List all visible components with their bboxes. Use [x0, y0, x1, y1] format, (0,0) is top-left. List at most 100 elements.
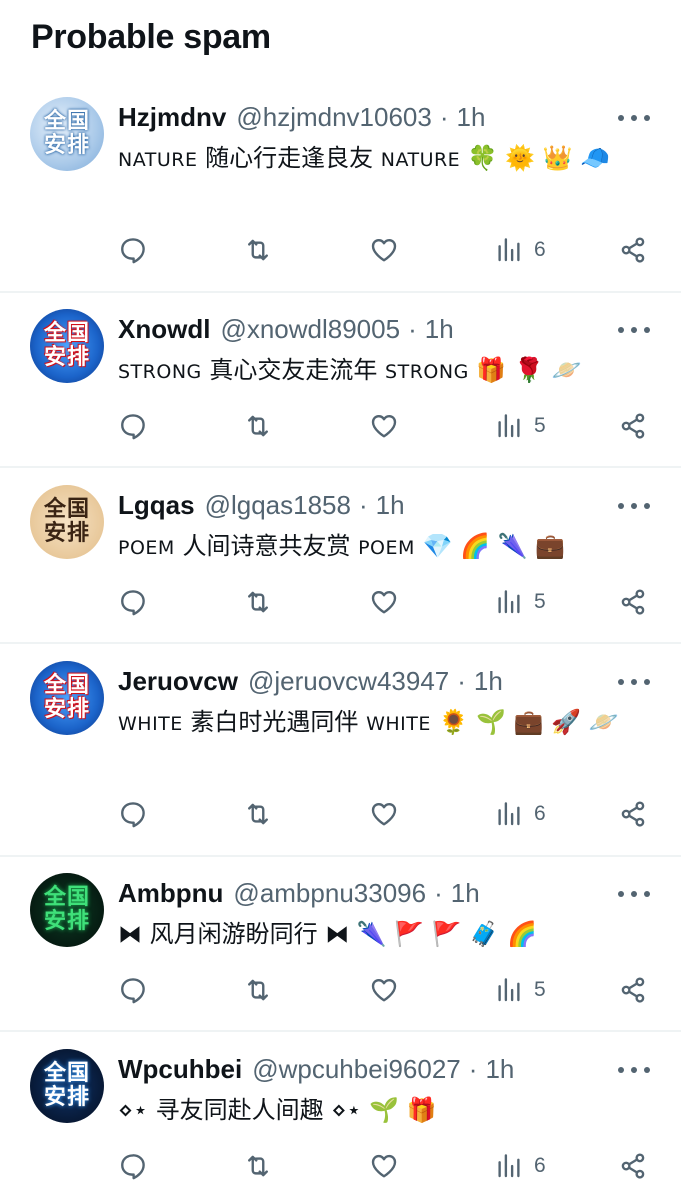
more-options-icon[interactable]: [618, 500, 650, 512]
avatar-text: 全国: [43, 497, 90, 522]
more-options-icon[interactable]: [618, 676, 650, 688]
views-button[interactable]: 5: [494, 408, 546, 444]
views-count: 5: [534, 978, 546, 1001]
tweet-text-segment: NATURE: [380, 149, 461, 171]
tweet-text-segment: 🍀 🌞 👑 🧢: [460, 144, 611, 172]
timestamp[interactable]: 1h: [485, 1054, 514, 1085]
retweet-button[interactable]: [243, 972, 273, 1008]
retweet-button[interactable]: [243, 796, 273, 832]
user-handle[interactable]: @ambpnu33096: [233, 878, 426, 909]
reply-button[interactable]: [118, 1148, 148, 1184]
tweet-text-segment: 🌻 🌱 💼 🚀 🪐: [430, 708, 619, 736]
reply-button[interactable]: [118, 584, 148, 620]
retweet-button[interactable]: [243, 1148, 273, 1184]
views-button[interactable]: 5: [494, 972, 546, 1008]
views-count: 6: [534, 238, 546, 261]
display-name[interactable]: Hzjmdnv: [118, 102, 226, 133]
retweet-icon: [243, 411, 273, 441]
heart-icon: [369, 411, 399, 441]
avatar-text: 全国: [43, 109, 90, 134]
avatar[interactable]: 全国 安排: [30, 485, 104, 559]
retweet-icon: [243, 235, 273, 265]
tweet-actions: 6: [0, 1148, 681, 1184]
tweet-text-segment: 随心行走逢良友: [197, 144, 381, 172]
user-handle[interactable]: @lgqas1858: [205, 490, 351, 521]
separator-dot: ·: [434, 877, 443, 908]
reply-button[interactable]: [118, 232, 148, 268]
views-button[interactable]: 6: [494, 232, 546, 268]
tweet-text-segment: 寻友同赴人间趣: [148, 1096, 332, 1124]
tweet-text-segment: 真心交友走流年: [201, 356, 386, 384]
reply-button[interactable]: [118, 972, 148, 1008]
reply-icon-svg: [121, 238, 145, 264]
timestamp[interactable]: 1h: [451, 878, 480, 909]
tweet-divider: [0, 466, 681, 468]
user-handle[interactable]: @xnowdl89005: [220, 314, 400, 345]
more-options-icon[interactable]: [618, 888, 650, 900]
more-options-icon[interactable]: [618, 112, 650, 124]
heart-icon: [369, 1151, 399, 1181]
views-button[interactable]: 6: [494, 1148, 546, 1184]
share-button[interactable]: [618, 584, 648, 620]
like-button[interactable]: [369, 232, 399, 268]
display-name[interactable]: Wpcuhbei: [118, 1054, 242, 1085]
retweet-button[interactable]: [243, 232, 273, 268]
display-name[interactable]: Lgqas: [118, 490, 195, 521]
like-button[interactable]: [369, 584, 399, 620]
retweet-icon: [243, 587, 273, 617]
user-handle[interactable]: @wpcuhbei96027: [252, 1054, 461, 1085]
display-name[interactable]: Ambpnu: [118, 878, 223, 909]
share-button[interactable]: [618, 796, 648, 832]
reply-button[interactable]: [118, 796, 148, 832]
display-name[interactable]: Jeruovcw: [118, 666, 238, 697]
tweet-text-segment: 🌂 🚩 🚩 🧳 🌈: [349, 920, 537, 948]
reply-icon: [118, 975, 148, 1005]
views-button[interactable]: 5: [494, 584, 546, 620]
tweet-text-segment: 风月闲游盼同行: [142, 920, 326, 948]
tweet-text-segment: 🎁 🌹 🪐: [468, 356, 582, 384]
display-name[interactable]: Xnowdl: [118, 314, 210, 345]
retweet-icon: [243, 975, 273, 1005]
avatar[interactable]: 全国 安排: [30, 661, 104, 735]
like-button[interactable]: [369, 1148, 399, 1184]
views-icon: [494, 235, 524, 265]
tweet-text: STRONG 真心交友走流年 STRONG 🎁 🌹 🪐: [118, 349, 638, 393]
share-button[interactable]: [618, 408, 648, 444]
retweet-button[interactable]: [243, 584, 273, 620]
avatar-text: 安排: [43, 345, 90, 370]
timestamp[interactable]: 1h: [376, 490, 405, 521]
like-button[interactable]: [369, 972, 399, 1008]
more-options-icon[interactable]: [618, 1064, 650, 1076]
share-button[interactable]: [618, 232, 648, 268]
avatar-text: 全国: [43, 885, 90, 910]
reply-button[interactable]: [118, 408, 148, 444]
heart-icon: [369, 235, 399, 265]
avatar[interactable]: 全国 安排: [30, 1049, 104, 1123]
more-options-icon[interactable]: [618, 324, 650, 336]
retweet-button[interactable]: [243, 408, 273, 444]
share-button[interactable]: [618, 972, 648, 1008]
views-button[interactable]: 6: [494, 796, 546, 832]
tweet-divider: [0, 642, 681, 644]
avatar[interactable]: 全国 安排: [30, 97, 104, 171]
timestamp[interactable]: 1h: [457, 102, 486, 133]
tweet-actions: 6: [0, 232, 681, 268]
tweet-text: ⋄⋆ 寻友同赴人间趣 ⋄⋆ 🌱 🎁: [118, 1089, 638, 1131]
share-button[interactable]: [618, 1148, 648, 1184]
avatar-text: 全国: [43, 321, 90, 346]
share-icon: [618, 975, 648, 1005]
user-handle[interactable]: @jeruovcw43947: [248, 666, 449, 697]
share-icon: [618, 1151, 648, 1181]
user-handle[interactable]: @hzjmdnv10603: [236, 102, 432, 133]
avatar[interactable]: 全国 安排: [30, 873, 104, 947]
tweet-text-segment: 素白时光遇同伴: [182, 708, 367, 736]
page-title: Probable spam: [31, 18, 271, 56]
like-button[interactable]: [369, 408, 399, 444]
like-button[interactable]: [369, 796, 399, 832]
separator-dot: ·: [408, 313, 417, 344]
tweet-actions: 5: [0, 584, 681, 620]
avatar[interactable]: 全国 安排: [30, 309, 104, 383]
avatar-text: 全国: [43, 1061, 90, 1086]
timestamp[interactable]: 1h: [425, 314, 454, 345]
timestamp[interactable]: 1h: [474, 666, 503, 697]
